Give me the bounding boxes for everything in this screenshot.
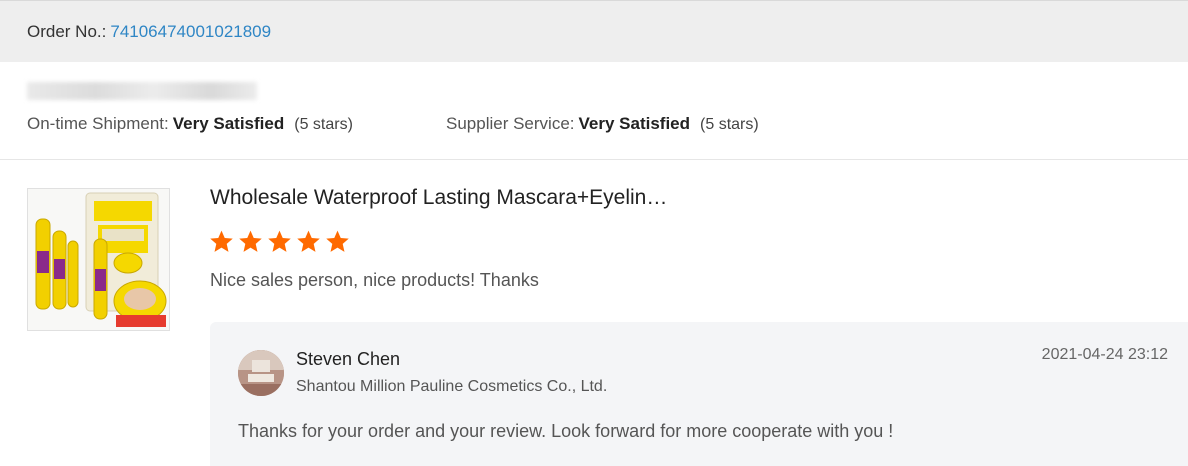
order-review-page: Order No.: 74106474001021809 On-time Shi… <box>0 0 1188 466</box>
shipment-rating-label: On-time Shipment: <box>27 114 169 133</box>
star-icon <box>239 230 262 252</box>
service-rating-value: Very Satisfied <box>578 114 691 133</box>
order-number-label: Order No.: <box>27 21 107 41</box>
star-icon <box>268 230 291 252</box>
replier-name: Steven Chen <box>296 349 401 369</box>
blurred-buyer-name <box>27 82 257 100</box>
reply-text: Thanks for your order and your review. L… <box>238 421 894 441</box>
order-header: Order No.: 74106474001021809 <box>0 0 1188 62</box>
review-text: Nice sales person, nice products! Thanks <box>210 270 539 290</box>
shipment-rating-stars: (5 stars) <box>294 116 353 133</box>
star-icon <box>210 230 233 252</box>
star-icon <box>297 230 320 252</box>
review-star-rating <box>209 229 350 254</box>
product-title[interactable]: Wholesale Waterproof Lasting Mascara+Eye… <box>210 186 667 210</box>
rating-summary: On-time Shipment: Very Satisfied (5 stars)… <box>0 62 1188 160</box>
supplier-avatar-image <box>238 350 284 396</box>
star-icon <box>326 230 349 252</box>
supplier-reply: Steven Chen Shantou Million Pauline Cosm… <box>210 322 1188 466</box>
shipment-rating-value: Very Satisfied <box>172 114 285 133</box>
supplier-company[interactable]: Shantou Million Pauline Cosmetics Co., L… <box>296 378 607 396</box>
shipment-rating: On-time Shipment: Very Satisfied (5 stars) <box>27 114 353 134</box>
avatar <box>238 350 284 396</box>
service-rating: Supplier Service: Very Satisfied (5 stars) <box>446 114 759 134</box>
reply-timestamp: 2021-04-24 23:12 <box>1041 346 1168 363</box>
product-image[interactable] <box>27 188 170 331</box>
service-rating-stars: (5 stars) <box>700 116 759 133</box>
order-number-link[interactable]: 74106474001021809 <box>110 22 271 42</box>
service-rating-label: Supplier Service: <box>446 114 575 133</box>
mascara-product-image <box>28 189 169 330</box>
